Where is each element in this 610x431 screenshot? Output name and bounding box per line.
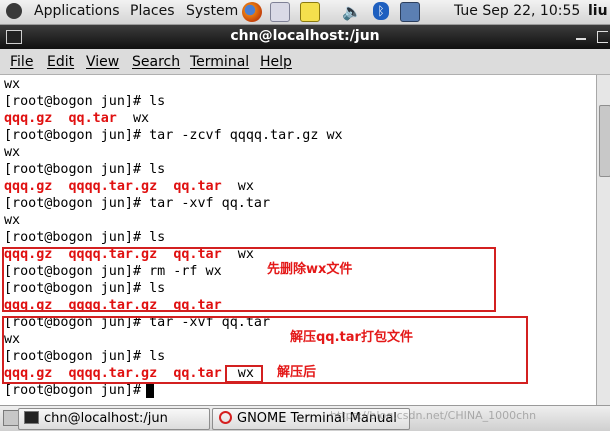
annotation-box-wx — [225, 365, 263, 383]
annotation-box-extract — [2, 316, 528, 384]
terminal-line: qqq.gz qqqq.tar.gz qq.tar wx — [4, 178, 254, 195]
terminal-line: wx — [4, 76, 20, 93]
top-panel: Applications Places System 🔈 ᛒ Tue Sep 2… — [0, 0, 610, 25]
task-terminal[interactable]: chn@localhost:/jun — [18, 408, 210, 430]
clock[interactable]: Tue Sep 22, 10:55 — [454, 3, 580, 19]
terminal-line: [root@bogon jun]# ls — [4, 229, 165, 246]
scrollbar-thumb[interactable] — [599, 105, 610, 177]
places-menu[interactable]: Places — [130, 3, 175, 19]
annotation-box-delete — [2, 247, 496, 312]
firefox-icon[interactable] — [242, 2, 262, 22]
terminal-line: [root@bogon jun]# tar -zcvf qqqq.tar.gz … — [4, 127, 343, 144]
notes-icon[interactable] — [300, 2, 320, 22]
terminal-text: [root@bogon jun]# — [4, 383, 150, 398]
terminal-icon — [24, 411, 39, 424]
window-title: chn@localhost:/jun — [230, 28, 380, 44]
mail-icon[interactable] — [270, 2, 290, 22]
terminal-line: [root@bogon jun]# tar -xvf qq.tar — [4, 195, 270, 212]
help-icon — [219, 411, 232, 424]
terminal-line: [root@bogon jun]# ls — [4, 161, 165, 178]
terminal-text: [root@bogon jun]# ls — [4, 94, 166, 109]
maximize-icon[interactable] — [597, 31, 608, 43]
terminal-text: [root@bogon jun]# tar -zcvf qqqq.tar.gz … — [4, 128, 343, 143]
terminal-line: wx — [4, 212, 20, 229]
show-desktop-icon[interactable] — [3, 410, 19, 426]
terminal-text: [root@bogon jun]# ls — [4, 230, 166, 245]
gnome-foot-icon[interactable] — [6, 3, 22, 19]
terminal-text: [root@bogon jun]# tar -xvf qq.tar — [4, 196, 271, 211]
archive-file-name: qq.tar — [173, 179, 222, 194]
archive-file-name: qq.tar — [68, 111, 117, 126]
terminal-line: wx — [4, 144, 20, 161]
annotation-after-extract: 解压后 — [277, 365, 317, 380]
menu-search[interactable]: Search — [132, 54, 180, 70]
menu-view[interactable]: View — [86, 54, 119, 70]
scrollbar[interactable] — [596, 75, 610, 405]
menu-terminal[interactable]: Terminal — [190, 54, 249, 70]
volume-icon[interactable]: 🔈 — [342, 2, 362, 21]
terminal-text: wx — [4, 77, 21, 92]
terminal-line: [root@bogon jun]# ls — [4, 93, 165, 110]
annotation-delete-wx: 先删除wx文件 — [267, 262, 353, 277]
terminal-text: wx — [221, 179, 254, 194]
window-titlebar[interactable]: chn@localhost:/jun — [0, 25, 610, 49]
applications-menu[interactable]: Applications — [34, 3, 120, 19]
user-menu[interactable]: liu — [588, 3, 608, 19]
terminal-line: qqq.gz qq.tar wx — [4, 110, 149, 127]
annotation-extract-tar: 解压qq.tar打包文件 — [290, 330, 413, 345]
menu-help[interactable]: Help — [260, 54, 292, 70]
watermark: https://blog.csdn.net/CHINA_1000chn — [330, 409, 537, 422]
archive-file-name: qqqq.tar.gz — [68, 179, 158, 194]
menu-edit[interactable]: Edit — [47, 54, 74, 70]
archive-file-name: qqq.gz — [4, 179, 53, 194]
bluetooth-icon[interactable]: ᛒ — [373, 2, 389, 20]
terminal-text: wx — [4, 213, 21, 228]
network-icon[interactable] — [400, 2, 420, 22]
archive-file-name: qqq.gz — [4, 111, 53, 126]
minimize-icon[interactable] — [576, 38, 586, 40]
menu-file[interactable]: File — [10, 54, 33, 70]
terminal-line: [root@bogon jun]# — [4, 382, 149, 399]
system-menu[interactable]: System — [186, 3, 238, 19]
menu-bar: File Edit View Search Terminal Help — [0, 49, 610, 75]
terminal-text: [root@bogon jun]# ls — [4, 162, 166, 177]
terminal-text: wx — [116, 111, 150, 126]
terminal-text: wx — [4, 145, 21, 160]
cursor — [146, 383, 154, 398]
